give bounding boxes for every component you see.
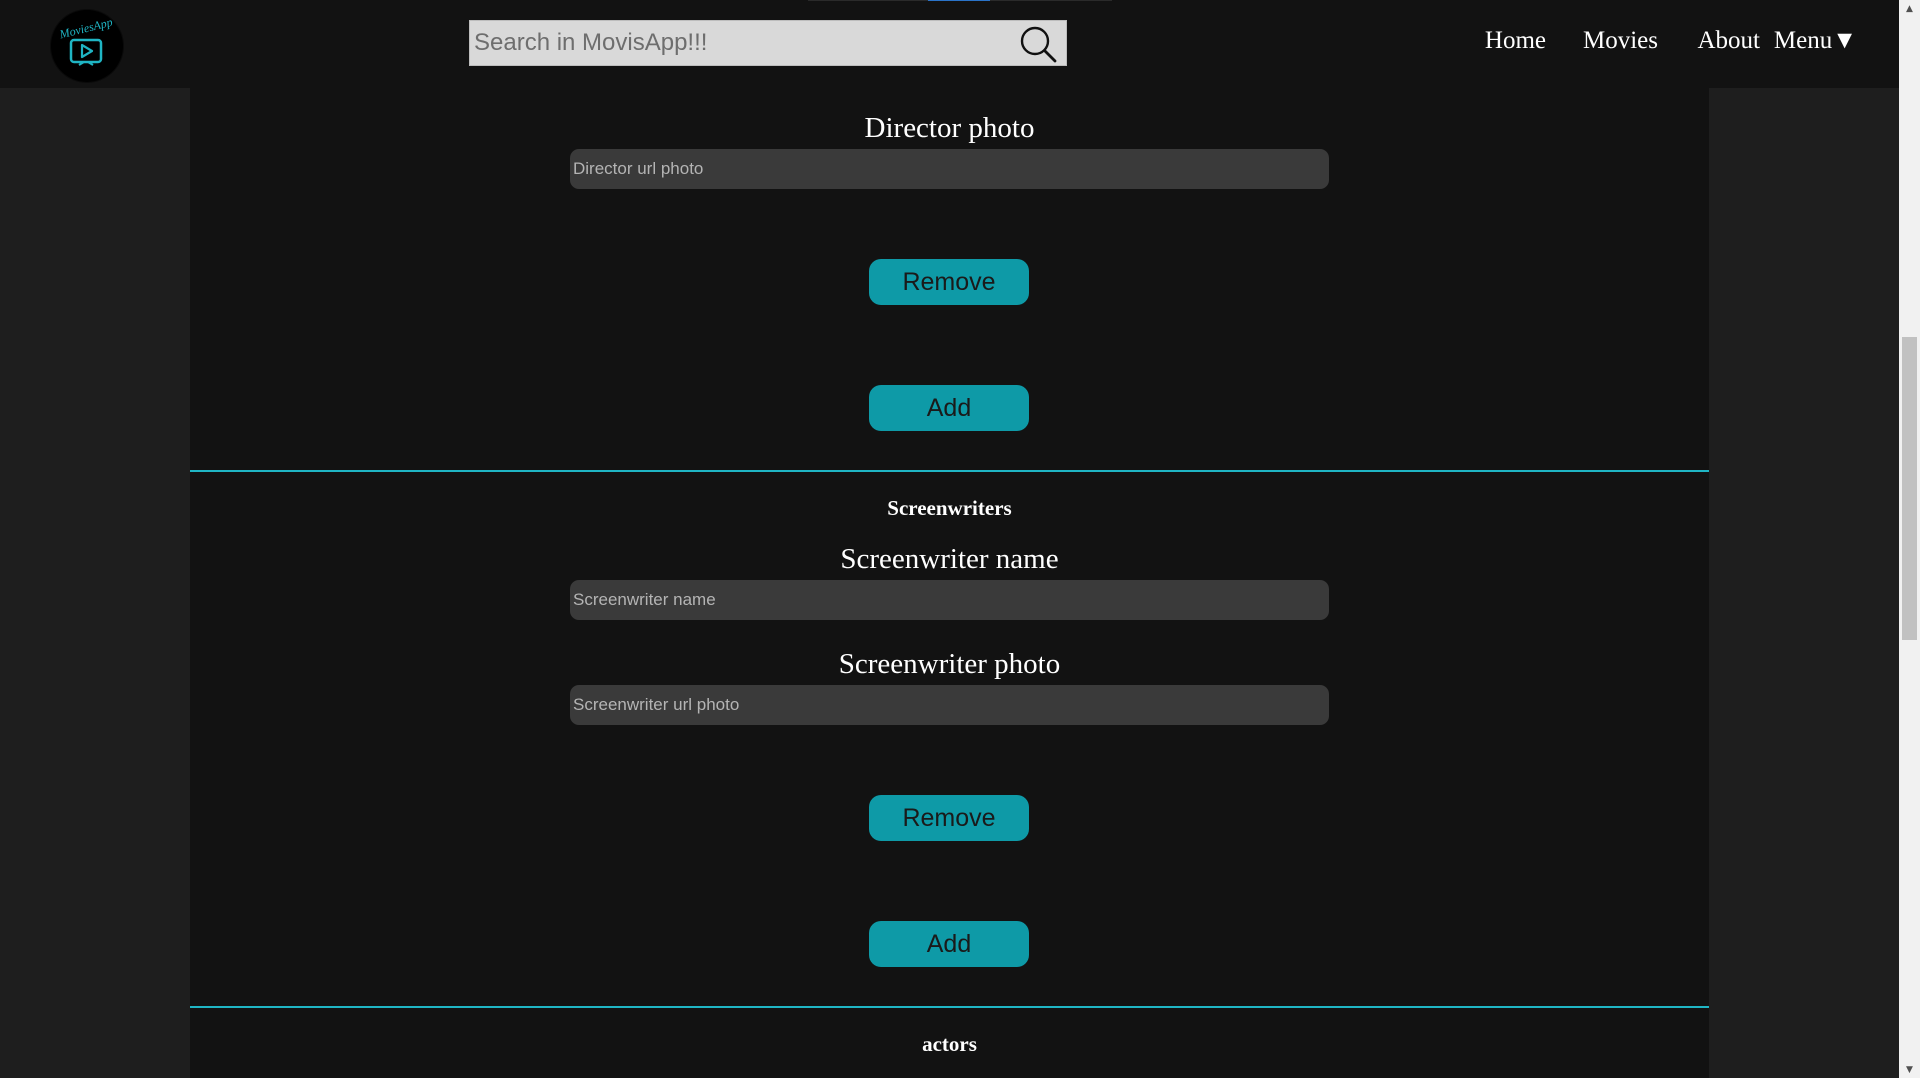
scrollbar-thumb[interactable] [1902, 337, 1917, 640]
remove-screenwriter-button[interactable]: Remove [869, 795, 1029, 841]
remove-director-button[interactable]: Remove [869, 259, 1029, 305]
logo-icon: MoviesApp [57, 15, 114, 66]
nav-menu-dropdown[interactable]: Menu▼ [1774, 27, 1857, 55]
director-photo-label: Director photo [864, 112, 1035, 144]
actors-title: actors [922, 1032, 977, 1056]
top-edge-highlight [928, 0, 990, 1]
top-navbar: MoviesApp Home Movies About Menu▼ [0, 0, 1899, 88]
search-input[interactable] [470, 21, 1010, 65]
screenwriter-photo-label: Screenwriter photo [838, 648, 1061, 680]
add-screenwriter-button[interactable]: Add [869, 921, 1029, 967]
section-divider [190, 470, 1709, 472]
search-bar [469, 20, 1067, 66]
scroll-up-arrow-icon[interactable]: ▲ [1899, 0, 1920, 17]
app-logo[interactable]: MoviesApp [51, 10, 123, 82]
search-button[interactable] [1018, 24, 1058, 64]
logo-text: MoviesApp [57, 15, 114, 42]
nav-about[interactable]: About [1698, 27, 1761, 55]
page-scrollbar[interactable]: ▲ ▼ [1899, 0, 1920, 1078]
screenwriter-name-label: Screenwriter name [840, 543, 1059, 575]
screenwriter-photo-field[interactable] [570, 685, 1329, 725]
magnifier-icon [1020, 26, 1057, 63]
nav-movies[interactable]: Movies [1583, 27, 1658, 55]
director-photo-field[interactable] [570, 149, 1329, 189]
screenwriters-title: Screenwriters [887, 496, 1012, 520]
nav-home[interactable]: Home [1485, 27, 1546, 55]
add-director-button[interactable]: Add [869, 385, 1029, 431]
scroll-down-arrow-icon[interactable]: ▼ [1899, 1061, 1920, 1078]
screenwriter-name-field[interactable] [570, 580, 1329, 620]
movie-form-panel: Director photo Remove Add Screenwriters … [190, 88, 1709, 1078]
section-divider [190, 1006, 1709, 1008]
